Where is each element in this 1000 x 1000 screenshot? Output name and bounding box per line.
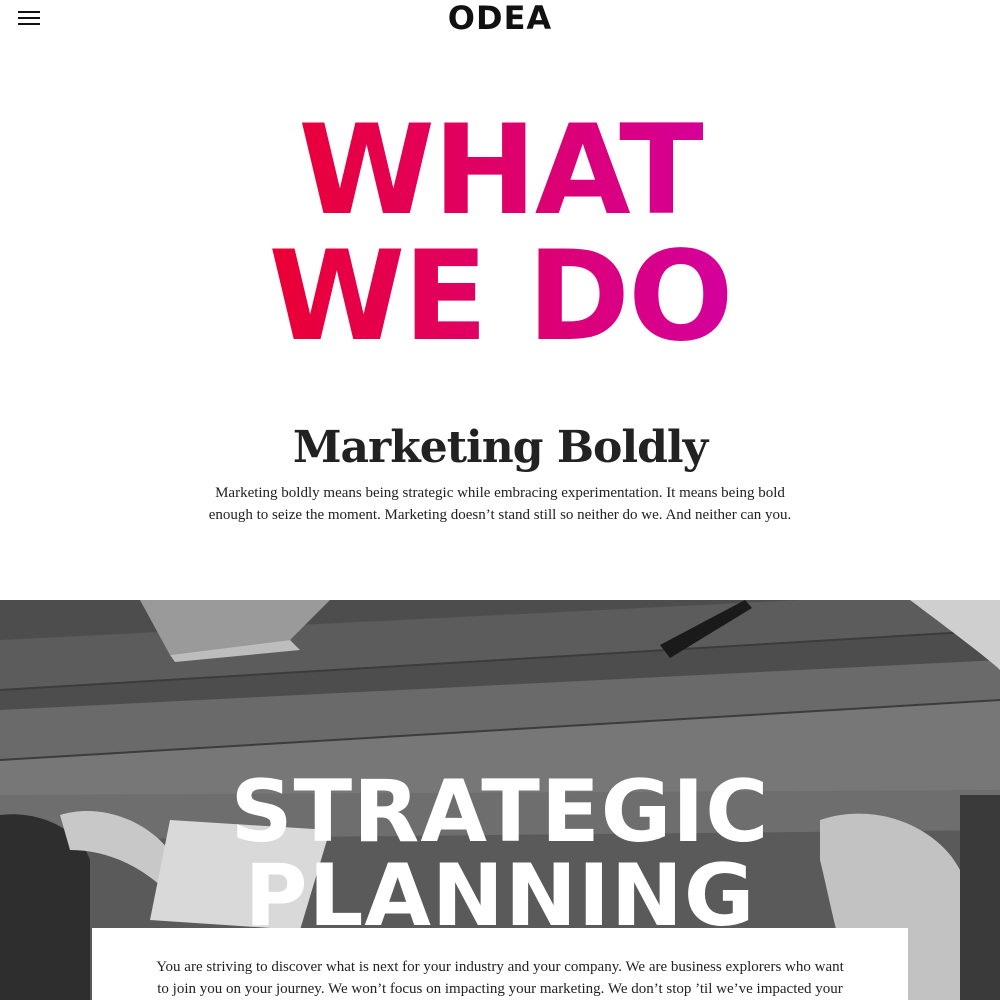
section-title-line-1: STRATEGIC — [230, 762, 770, 862]
strategic-planning-paragraph: You are striving to discover what is nex… — [156, 959, 844, 997]
section-title-line-2: PLANNING — [244, 846, 756, 946]
hero-title-line-1: WHAT — [298, 99, 702, 243]
hero-title: WHAT WE DO — [0, 108, 1000, 360]
strategic-planning-title: STRATEGIC PLANNING — [0, 762, 1000, 946]
intro-paragraph: Marketing boldly means being strategic w… — [208, 485, 792, 523]
strategic-planning-card: You are striving to discover what is nex… — [92, 928, 908, 1000]
hero-title-line-2: WE DO — [268, 225, 732, 369]
section-subheading: Marketing Boldly — [292, 422, 708, 473]
site-logo[interactable]: ODEA — [0, 0, 1000, 36]
